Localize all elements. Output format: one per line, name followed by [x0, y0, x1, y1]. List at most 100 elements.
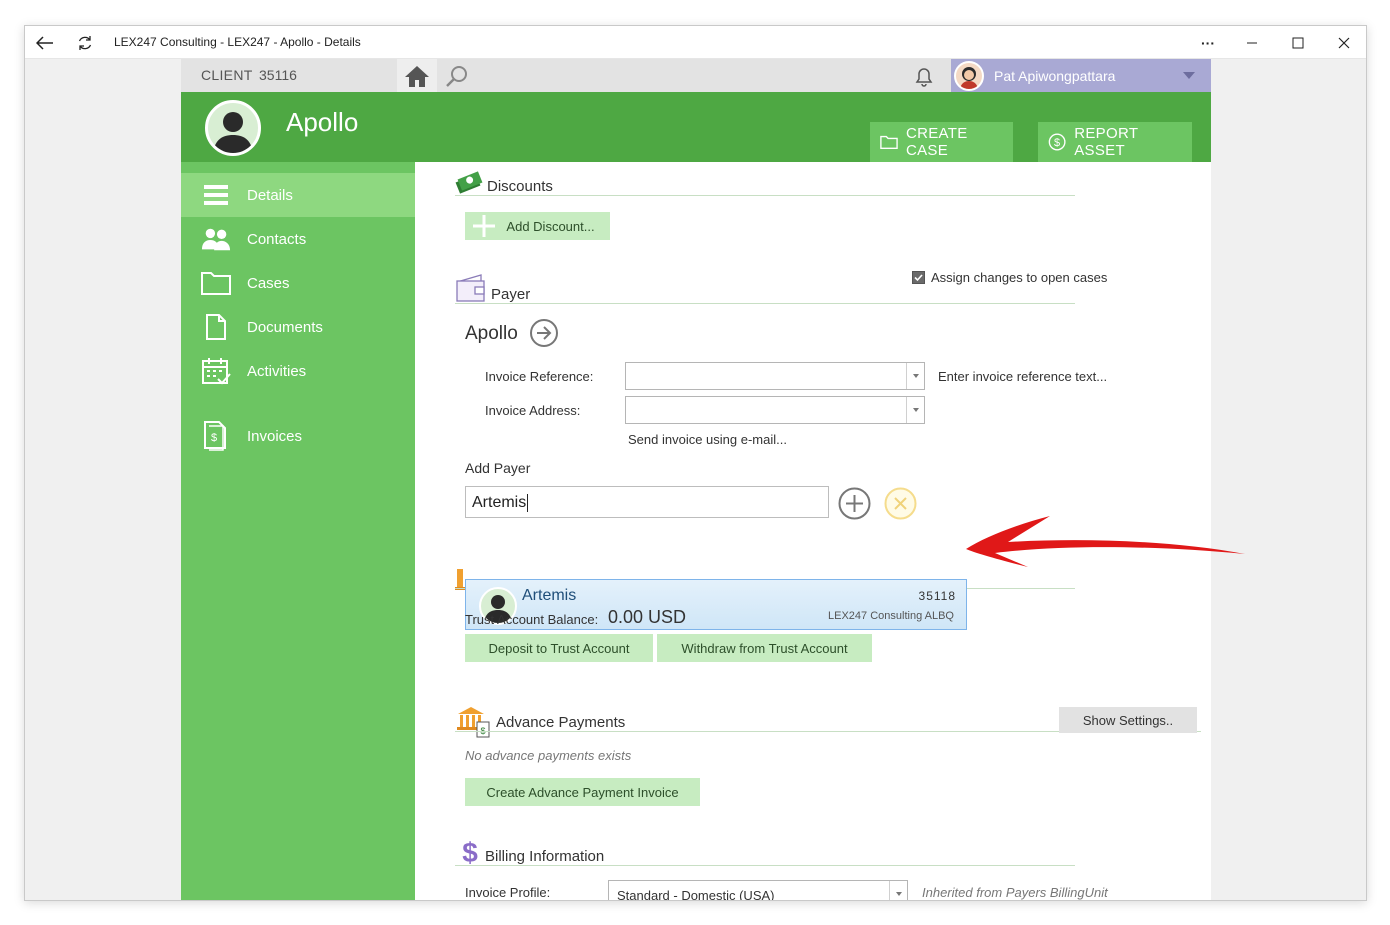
invoice-address-combo[interactable] — [625, 396, 925, 424]
add-discount-button[interactable]: Add Discount... — [465, 212, 610, 240]
report-asset-button[interactable]: $ REPORT ASSET — [1038, 122, 1192, 162]
close-icon — [1338, 37, 1350, 48]
trust-balance-label: Trust Account Balance: — [465, 612, 599, 627]
app-window: LEX247 Consulting - LEX247 - Apollo - De… — [24, 25, 1367, 901]
folder-icon — [880, 135, 898, 149]
add-discount-label: Add Discount... — [506, 218, 595, 234]
sidebar-item-label: Documents — [247, 318, 323, 336]
contacts-icon — [201, 225, 231, 253]
suggestion-name: Artemis — [522, 587, 577, 604]
window-title: LEX247 Consulting - LEX247 - Apollo - De… — [114, 35, 361, 49]
entity-avatar — [205, 100, 261, 156]
refresh-button[interactable] — [65, 26, 105, 59]
svg-text:$: $ — [1054, 137, 1060, 149]
details-content: Discounts Add Discount... Assign changes… — [415, 162, 1211, 900]
sidebar: Details Contacts Cases Documents Activit… — [181, 162, 415, 900]
sidebar-item-documents[interactable]: Documents — [181, 305, 415, 349]
chevron-down-icon[interactable] — [906, 397, 924, 423]
suggestion-id: 35118 — [918, 589, 956, 603]
show-settings-button[interactable]: Show Settings.. — [1059, 707, 1197, 733]
payer-title: Payer — [491, 286, 531, 303]
invoice-reference-label: Invoice Reference: — [485, 369, 594, 384]
trust-balance-value: 0.00 USD — [608, 607, 687, 627]
back-button[interactable] — [25, 26, 65, 59]
search-button[interactable] — [437, 59, 477, 92]
entity-header: Apollo CREATE CASE $ REPORT ASSET — [181, 92, 1211, 162]
cancel-circle-icon[interactable] — [884, 487, 917, 520]
notifications-button[interactable] — [912, 64, 936, 93]
svg-text:$: $ — [211, 432, 217, 444]
add-payer-input-text: Artemis — [472, 494, 529, 512]
withdraw-trust-label: Withdraw from Trust Account — [681, 640, 848, 656]
sidebar-item-label: Contacts — [247, 230, 307, 248]
invoice-profile-combo[interactable]: Standard - Domestic (USA) — [608, 880, 908, 900]
app-area: CLIENT 35116 Pat Apiwongpattara Apollo C… — [181, 59, 1211, 900]
section-divider — [455, 303, 1075, 304]
close-button[interactable] — [1324, 26, 1364, 59]
payer-name: Apollo — [465, 323, 518, 344]
back-arrow-icon — [36, 35, 53, 50]
refresh-icon — [78, 35, 92, 50]
calendar-icon — [201, 357, 231, 385]
add-payer-label: Add Payer — [465, 460, 531, 476]
home-button[interactable] — [397, 59, 437, 92]
sidebar-item-activities[interactable]: Activities — [181, 349, 415, 393]
deposit-trust-label: Deposit to Trust Account — [488, 640, 630, 656]
sidebar-item-contacts[interactable]: Contacts — [181, 217, 415, 261]
title-bar: LEX247 Consulting - LEX247 - Apollo - De… — [25, 26, 1366, 59]
chevron-down-icon — [1183, 72, 1195, 79]
sidebar-item-invoices[interactable]: $ Invoices — [181, 414, 415, 458]
invoice-profile-label: Invoice Profile: — [465, 885, 551, 900]
deposit-trust-button[interactable]: Deposit to Trust Account — [465, 634, 653, 662]
invoice-address-label: Invoice Address: — [485, 403, 581, 418]
advance-payments-title: Advance Payments — [496, 714, 626, 731]
assign-changes-label: Assign changes to open cases — [931, 270, 1108, 285]
user-avatar — [954, 61, 984, 91]
more-label: ··· — [1201, 34, 1215, 51]
details-icon — [201, 181, 231, 209]
show-settings-label: Show Settings.. — [1082, 712, 1174, 728]
discounts-title: Discounts — [487, 178, 553, 195]
sidebar-item-label: Cases — [247, 274, 290, 292]
checkbox-checked-icon — [912, 271, 925, 284]
user-menu[interactable]: Pat Apiwongpattara — [951, 59, 1211, 92]
home-icon — [405, 65, 429, 87]
maximize-button[interactable] — [1278, 26, 1318, 59]
user-name: Pat Apiwongpattara — [994, 68, 1116, 84]
assign-changes-checkbox[interactable]: Assign changes to open cases — [912, 270, 1107, 285]
money-icon — [455, 171, 483, 194]
sidebar-item-label: Invoices — [247, 427, 303, 445]
wallet-icon — [456, 274, 485, 302]
dollar-icon: $ — [462, 837, 478, 867]
invoice-reference-hint: Enter invoice reference text... — [938, 369, 1108, 384]
sidebar-item-label: Activities — [247, 362, 307, 380]
create-advance-invoice-label: Create Advance Payment Invoice — [486, 784, 679, 800]
invoice-reference-combo[interactable] — [625, 362, 925, 390]
client-id: 35116 — [259, 67, 297, 83]
svg-text:$: $ — [462, 837, 478, 867]
dollar-circle-icon: $ — [1048, 133, 1066, 151]
minimize-button[interactable] — [1232, 26, 1272, 59]
arrow-right-circle-icon[interactable] — [529, 318, 559, 348]
create-advance-invoice-button[interactable]: Create Advance Payment Invoice — [465, 778, 700, 806]
document-icon — [201, 313, 231, 341]
sidebar-item-details[interactable]: Details — [181, 173, 415, 217]
create-case-button[interactable]: CREATE CASE — [870, 122, 1013, 162]
chevron-down-icon[interactable] — [889, 881, 907, 900]
sidebar-item-cases[interactable]: Cases — [181, 261, 415, 305]
bell-icon — [915, 68, 933, 87]
section-divider — [455, 865, 1075, 866]
add-payer-input[interactable]: Artemis — [465, 486, 829, 518]
chevron-down-icon[interactable] — [906, 363, 924, 389]
send-invoice-email-link[interactable]: Send invoice using e-mail... — [628, 432, 787, 447]
withdraw-trust-button[interactable]: Withdraw from Trust Account — [657, 634, 872, 662]
plus-icon — [473, 215, 495, 237]
report-asset-label: REPORT ASSET — [1074, 125, 1139, 159]
bank-icon: $ — [457, 707, 490, 738]
add-circle-icon[interactable] — [838, 487, 871, 520]
client-label: CLIENT — [201, 67, 253, 83]
inherited-billing-text: Inherited from Payers BillingUnit — [922, 885, 1108, 900]
more-button[interactable]: ··· — [1188, 26, 1228, 59]
section-divider — [455, 195, 1075, 196]
minimize-icon — [1247, 42, 1257, 43]
